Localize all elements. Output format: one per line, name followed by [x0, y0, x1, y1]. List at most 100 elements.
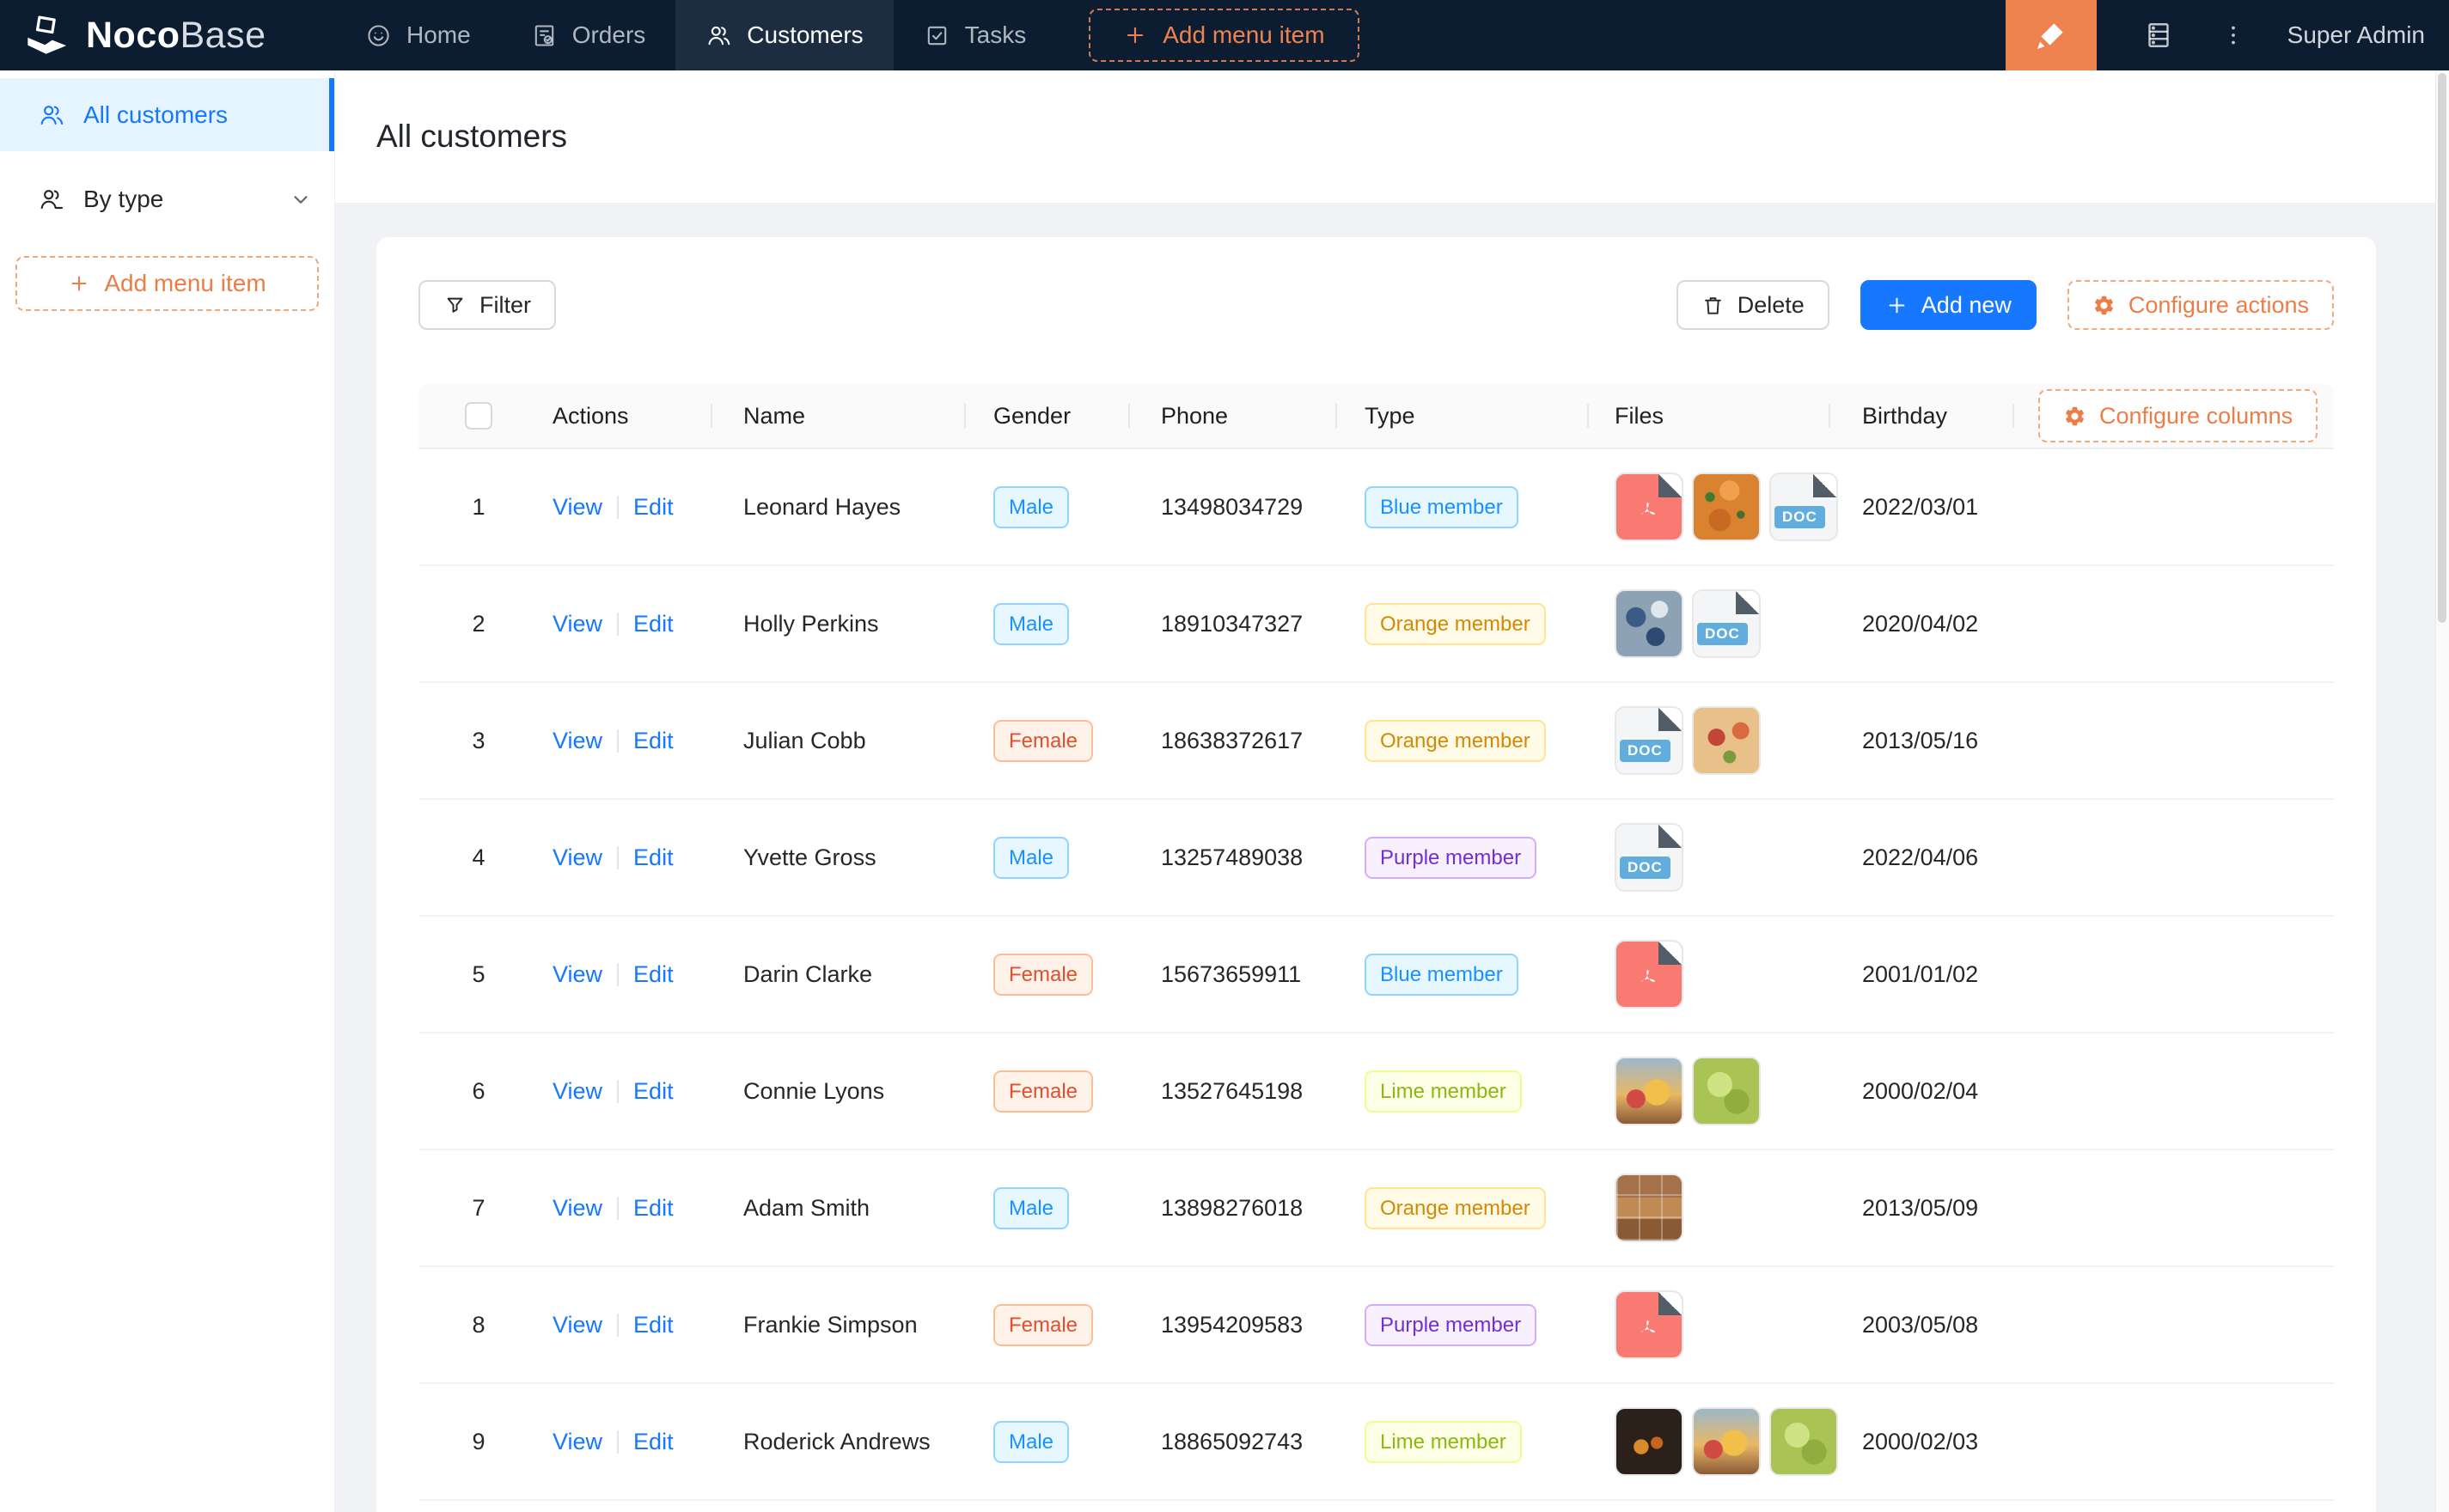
top-navbar: NocoBase Home Orders CustomersTasks Add me…	[0, 0, 2449, 70]
image-thumbnail[interactable]	[1615, 1407, 1683, 1476]
table-header: Actions Name Gender Phone Type Files Bir…	[418, 384, 2334, 449]
logo-text: NocoBase	[86, 15, 266, 57]
link-divider	[617, 1197, 619, 1220]
image-thumbnail[interactable]	[1692, 706, 1761, 775]
row-actions: View Edit	[539, 1429, 711, 1455]
link-divider	[617, 729, 619, 753]
edit-link[interactable]: Edit	[633, 494, 674, 521]
link-divider	[617, 1080, 619, 1103]
plus-icon	[68, 272, 90, 295]
sidebar-add-menu-item-label: Add menu item	[104, 270, 266, 297]
sidebar-item-label: By type	[83, 186, 163, 213]
nav-add-menu-item-label: Add menu item	[1163, 21, 1324, 49]
sidebar-item-label: All customers	[83, 101, 228, 129]
image-thumbnail[interactable]	[1692, 1407, 1761, 1476]
view-link[interactable]: View	[553, 1195, 602, 1222]
view-link[interactable]: View	[553, 494, 602, 521]
cell-type: Purple member	[1335, 837, 1587, 879]
image-thumbnail[interactable]	[1692, 472, 1761, 541]
gender-tag: Male	[993, 1421, 1069, 1463]
image-thumbnail[interactable]	[1769, 1407, 1838, 1476]
view-link[interactable]: View	[553, 1429, 602, 1455]
delete-button[interactable]: Delete	[1676, 280, 1829, 330]
edit-link[interactable]: Edit	[633, 961, 674, 988]
edit-link[interactable]: Edit	[633, 1195, 674, 1222]
nav-add-menu-item-button[interactable]: Add menu item	[1089, 9, 1359, 62]
nav-item-customers[interactable]: Customers	[675, 0, 893, 70]
image-thumbnail[interactable]	[1615, 1057, 1683, 1125]
cell-type: Blue member	[1335, 486, 1587, 528]
app-logo[interactable]: NocoBase	[0, 10, 335, 60]
page-fold	[1658, 825, 1682, 848]
view-link[interactable]: View	[553, 1312, 602, 1338]
link-divider	[617, 846, 619, 869]
pdf-file-icon[interactable]	[1615, 940, 1683, 1009]
view-link[interactable]: View	[553, 961, 602, 988]
view-link[interactable]: View	[553, 1078, 602, 1105]
doc-file-icon[interactable]: DOC	[1769, 472, 1838, 541]
database-server-icon[interactable]	[2143, 20, 2174, 51]
view-link[interactable]: View	[553, 844, 602, 871]
row-index: 5	[418, 961, 539, 988]
cell-phone: 18638372617	[1128, 728, 1335, 754]
view-link[interactable]: View	[553, 611, 602, 637]
edit-link[interactable]: Edit	[633, 728, 674, 754]
edit-link[interactable]: Edit	[633, 1429, 674, 1455]
cell-gender: Male	[964, 486, 1128, 528]
sidebar-item-by-type[interactable]: By type	[0, 162, 334, 235]
image-thumbnail[interactable]	[1615, 1174, 1683, 1242]
row-actions: View Edit	[539, 494, 711, 521]
add-new-button[interactable]: Add new	[1860, 280, 2037, 330]
cell-birthday: 2003/05/08	[1829, 1312, 2012, 1338]
nav-item-orders[interactable]: Orders	[501, 0, 676, 70]
nav-item-home[interactable]: Home	[335, 0, 501, 70]
configure-actions-button[interactable]: Configure actions	[2067, 280, 2334, 330]
cell-birthday: 2000/02/04	[1829, 1078, 2012, 1105]
row-index: 4	[418, 844, 539, 871]
table-row: 1ViewEditLeonard HayesMale13498034729Blu…	[418, 449, 2334, 566]
user-menu[interactable]: Super Admin	[2287, 21, 2425, 49]
doc-file-icon[interactable]: DOC	[1615, 706, 1683, 775]
link-divider	[617, 613, 619, 636]
image-thumbnail[interactable]	[1615, 589, 1683, 658]
sidebar-add-menu-item-button[interactable]: Add menu item	[15, 256, 319, 311]
nav-item-label: Orders	[572, 21, 646, 49]
sidebar-item-all-customers[interactable]: All customers	[0, 78, 334, 151]
smile-icon	[365, 22, 392, 49]
filter-button[interactable]: Filter	[418, 280, 556, 330]
scrollbar-thumb[interactable]	[2438, 73, 2446, 623]
cell-gender: Female	[964, 720, 1128, 762]
select-all-checkbox[interactable]	[465, 402, 492, 430]
edit-link[interactable]: Edit	[633, 844, 674, 871]
column-header-actions: Actions	[539, 384, 711, 448]
cube-logo-icon	[22, 10, 72, 60]
column-header-type: Type	[1335, 384, 1587, 448]
column-header-gender: Gender	[964, 384, 1128, 448]
pdf-file-icon[interactable]	[1615, 1290, 1683, 1359]
edit-link[interactable]: Edit	[633, 611, 674, 637]
row-actions: View Edit	[539, 728, 711, 754]
row-index: 3	[418, 728, 539, 754]
column-header-name: Name	[711, 384, 964, 448]
gender-tag: Female	[993, 954, 1093, 996]
window-scrollbar[interactable]	[2435, 70, 2449, 1512]
filter-funnel-icon	[443, 294, 467, 317]
nav-item-tasks[interactable]: Tasks	[894, 0, 1057, 70]
file-list	[1615, 940, 1683, 1009]
configure-columns-button[interactable]: Configure columns	[2038, 389, 2318, 442]
type-tag: Lime member	[1365, 1421, 1522, 1463]
image-thumbnail[interactable]	[1692, 1057, 1761, 1125]
row-actions: View Edit	[539, 1195, 711, 1222]
cell-birthday: 2022/03/01	[1829, 494, 2012, 521]
edit-link[interactable]: Edit	[633, 1078, 674, 1105]
doc-label: DOC	[1620, 857, 1670, 879]
doc-file-icon[interactable]: DOC	[1692, 589, 1761, 658]
vertical-ellipsis-icon[interactable]	[2220, 22, 2246, 48]
link-divider	[617, 1430, 619, 1454]
view-link[interactable]: View	[553, 728, 602, 754]
edit-link[interactable]: Edit	[633, 1312, 674, 1338]
pdf-file-icon[interactable]	[1615, 472, 1683, 541]
ui-editor-button[interactable]	[2006, 0, 2097, 70]
doc-file-icon[interactable]: DOC	[1615, 823, 1683, 892]
cell-files	[1587, 1057, 1829, 1125]
